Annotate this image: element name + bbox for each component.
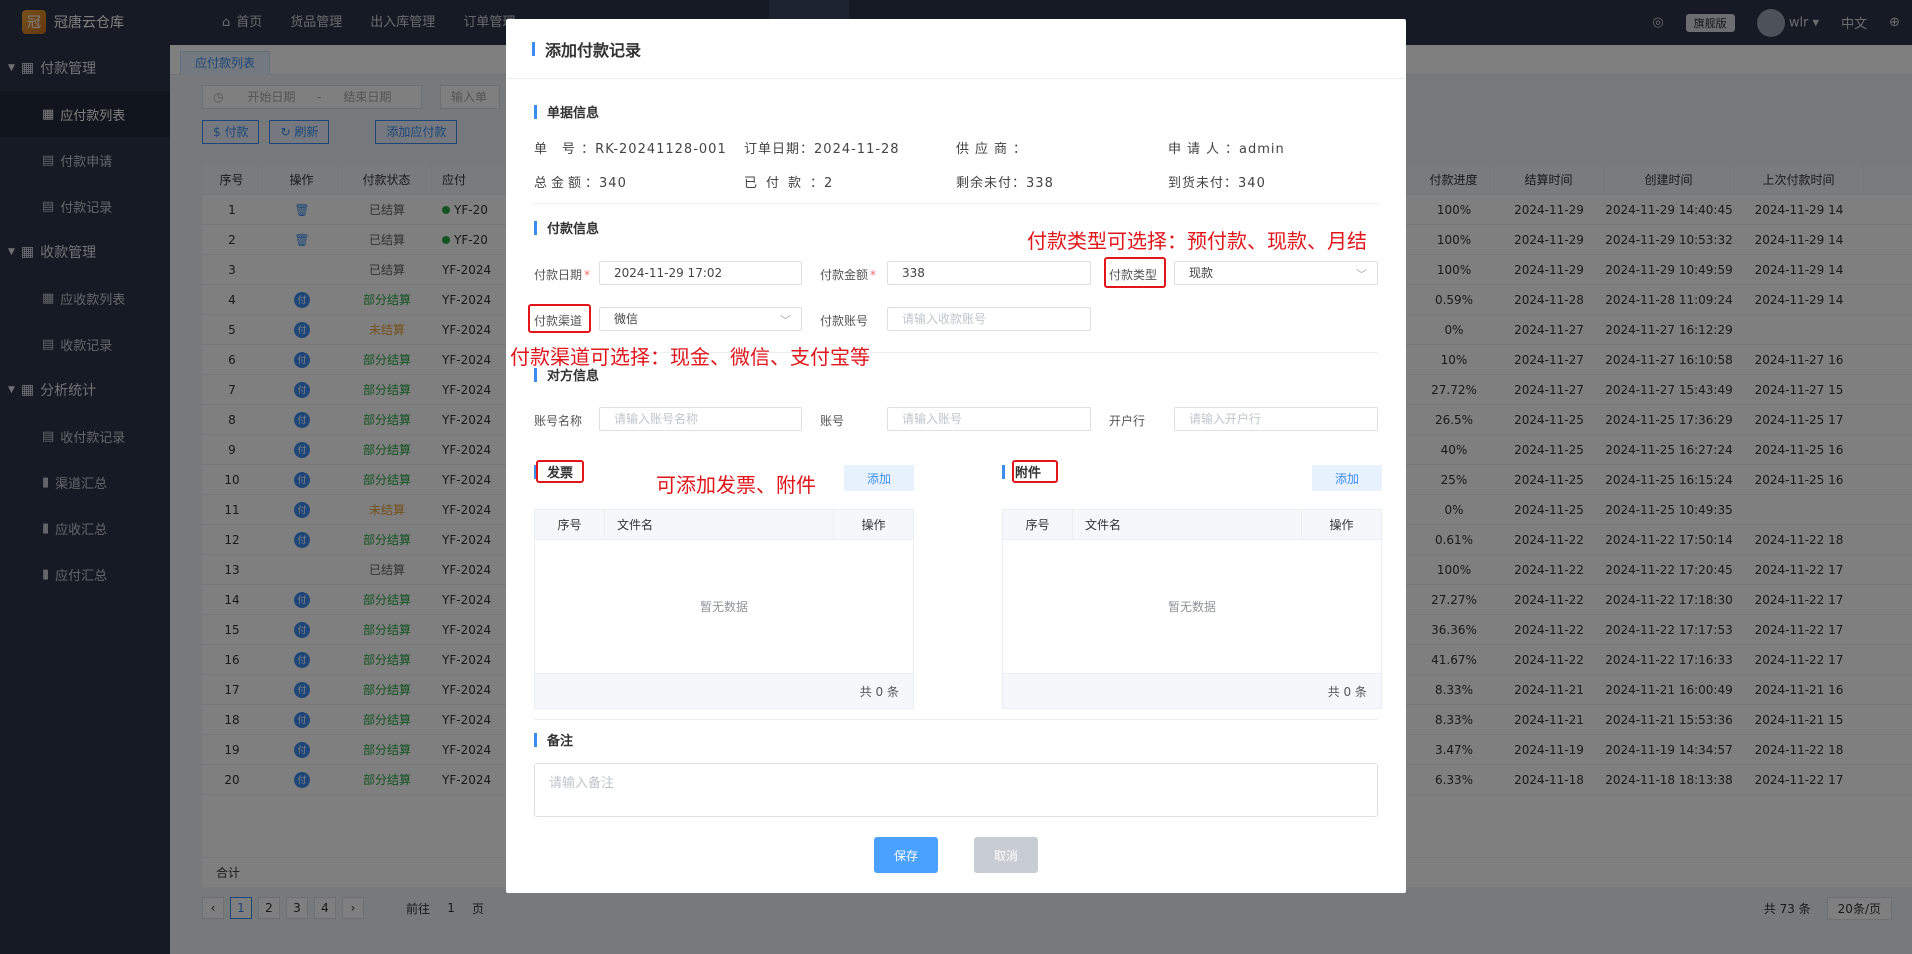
add-invoice-button[interactable]: 添加 [844, 465, 914, 491]
bank-label: 开户行 [1109, 414, 1146, 428]
section-accent [1002, 464, 1005, 479]
order-date: 订单日期：2024-11-28 [744, 142, 900, 157]
order-date-label: 订单日期 [744, 142, 801, 157]
required-mark: * [870, 268, 877, 282]
applicant-value: admin [1239, 142, 1285, 157]
annotation-box-attachment [1012, 460, 1058, 483]
pay-amount-label-text: 付款金额 [820, 268, 869, 282]
remark-textarea[interactable]: 请输入备注 [534, 763, 1378, 817]
pay-date-input[interactable]: 2024-11-29 17:02 [599, 261, 802, 285]
pay-date-label: 付款日期 * [534, 266, 590, 283]
section-remark: 备注 [534, 730, 573, 749]
col-filename: 文件名 [605, 510, 834, 539]
invoice-table: 序号 文件名 操作 暂无数据 共 0 条 [534, 509, 914, 709]
section-title: 单据信息 [547, 106, 600, 121]
doc-no-value: RK-20241128-001 [595, 142, 727, 157]
invoice-total: 共 0 条 [535, 674, 913, 708]
required-mark: * [584, 268, 591, 282]
account-input[interactable]: 请输入账号 [887, 407, 1091, 431]
attachment-table: 序号 文件名 操作 暂无数据 共 0 条 [1002, 509, 1382, 709]
arrival-label: 到货未付 [1168, 176, 1225, 191]
applicant-label: 申请人 [1168, 142, 1226, 157]
supplier: 供应商： [956, 142, 1033, 157]
attachment-table-header: 序号 文件名 操作 [1003, 510, 1381, 540]
dialog-header: 添加付款记录 [506, 19, 1406, 79]
add-payment-dialog: 添加付款记录 单据信息 单 号 ：RK-20241128-001 订单日期：20… [506, 19, 1406, 893]
chevron-down-icon: ﹀ [1356, 268, 1367, 281]
remain-value: 338 [1026, 176, 1054, 191]
annotation-attach-note: 可添加发票、附件 [656, 473, 816, 497]
pay-channel-select[interactable]: 微信 ﹀ [599, 307, 802, 331]
invoice-table-header: 序号 文件名 操作 [535, 510, 913, 540]
total-value: 340 [599, 176, 627, 191]
divider [534, 203, 1378, 204]
section-accent [534, 732, 537, 747]
account-label: 账号 [820, 414, 845, 428]
add-attachment-button[interactable]: 添加 [1312, 465, 1382, 491]
attachment-total: 共 0 条 [1003, 674, 1381, 708]
col-no: 序号 [1003, 510, 1073, 539]
col-filename: 文件名 [1073, 510, 1302, 539]
total-label: 总金额 [534, 176, 586, 191]
pay-date-label-text: 付款日期 [534, 268, 583, 282]
divider [534, 719, 1378, 720]
section-title: 备注 [547, 734, 574, 749]
remaining-amount: 剩余未付：338 [956, 176, 1054, 191]
pay-account-label: 付款账号 [820, 314, 869, 328]
section-pay-info: 付款信息 [534, 218, 599, 237]
col-op: 操作 [1329, 518, 1354, 532]
chevron-down-icon: ﹀ [780, 314, 791, 327]
annotation-pay-type-note: 付款类型可选择：预付款、现款、月结 [1027, 229, 1367, 253]
pay-type-select[interactable]: 现款 ﹀ [1174, 261, 1378, 285]
col-op: 操作 [861, 518, 886, 532]
account-name-label: 账号名称 [534, 414, 583, 428]
account-name-input[interactable]: 请输入账号名称 [599, 407, 802, 431]
supplier-label: 供应商 [956, 142, 1014, 157]
doc-no: 单 号 ：RK-20241128-001 [534, 142, 727, 157]
remain-label: 剩余未付 [956, 176, 1013, 191]
title-bar-accent [532, 41, 535, 56]
paid-label: 已付款 [744, 176, 811, 191]
pay-amount-input[interactable]: 338 [887, 261, 1091, 285]
paid-amount: 已付款：2 [744, 176, 834, 191]
empty-state: 暂无数据 [1003, 540, 1381, 674]
total-amount: 总金额：340 [534, 176, 627, 191]
col-no: 序号 [535, 510, 605, 539]
pay-amount-label: 付款金额 * [820, 266, 876, 283]
cancel-button[interactable]: 取消 [974, 837, 1038, 873]
annotation-pay-channel-note: 付款渠道可选择：现金、微信、支付宝等 [510, 345, 870, 369]
section-accent [534, 220, 537, 235]
pay-account-input[interactable]: 请输入收款账号 [887, 307, 1091, 331]
order-date-value: 2024-11-28 [814, 142, 900, 157]
annotation-box-pay-type [1104, 257, 1166, 288]
doc-no-label: 单 号 [534, 142, 577, 157]
section-doc-info: 单据信息 [534, 102, 599, 121]
paid-value: 2 [824, 176, 834, 191]
empty-state: 暂无数据 [535, 540, 913, 674]
annotation-box-pay-channel [528, 304, 591, 333]
save-button[interactable]: 保存 [874, 837, 938, 873]
dialog-title: 添加付款记录 [545, 40, 642, 60]
annotation-box-invoice [536, 460, 584, 483]
bank-input[interactable]: 请输入开户行 [1174, 407, 1378, 431]
section-title: 付款信息 [547, 222, 600, 237]
pay-type-value: 现款 [1189, 266, 1214, 280]
arrival-value: 340 [1238, 176, 1266, 191]
section-accent [534, 104, 537, 119]
applicant: 申请人：admin [1168, 142, 1285, 157]
pay-channel-value: 微信 [614, 312, 639, 326]
arrival-unpaid: 到货未付：340 [1168, 176, 1266, 191]
